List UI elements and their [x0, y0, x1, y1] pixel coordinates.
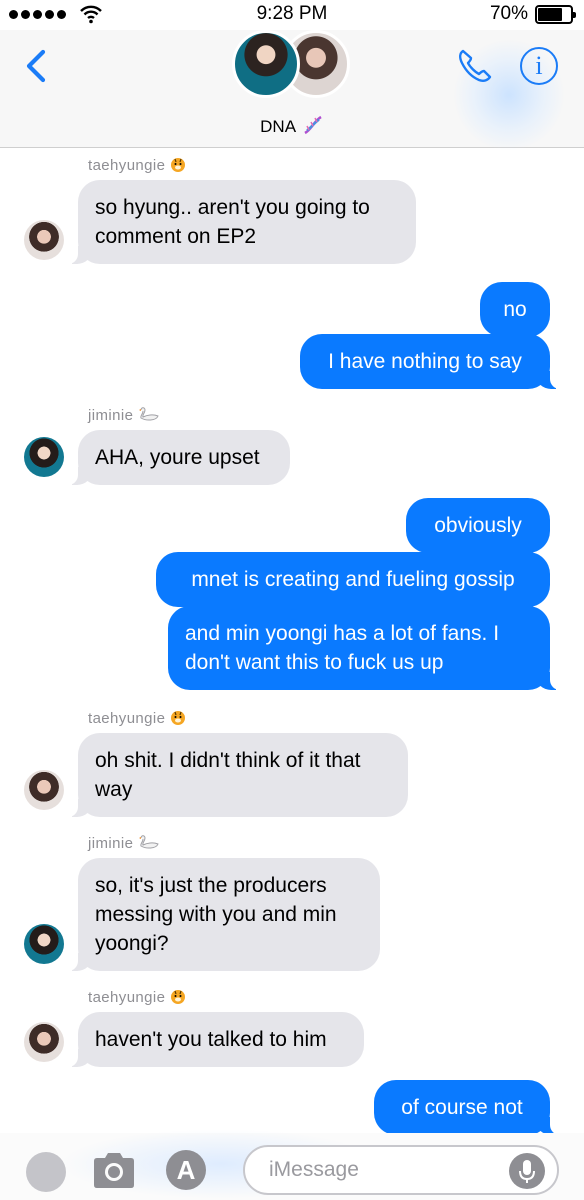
- message-bubble-incoming[interactable]: haven't you talked to him: [68, 1012, 364, 1067]
- group-name-label: DNA: [260, 117, 296, 136]
- imessage-placeholder: iMessage: [269, 1158, 359, 1181]
- message-bubble-outgoing[interactable]: I have nothing to say: [300, 334, 560, 389]
- message-line: way: [95, 778, 133, 801]
- message-bubble-incoming[interactable]: so, it's just the producers messing with…: [68, 858, 380, 971]
- message-line: of course not: [401, 1096, 523, 1119]
- dna-emoji-icon: [304, 115, 322, 135]
- tiger-face-emoji-icon: [171, 158, 186, 172]
- message-line: so, it's just the producers: [95, 874, 327, 897]
- sender-label: taehyungie: [88, 988, 186, 1006]
- status-bar: 9:28 PM 70%: [0, 0, 584, 30]
- camera-icon[interactable]: [90, 1147, 138, 1193]
- phone-icon[interactable]: [455, 46, 495, 86]
- message-line: so hyung.. aren't you going to: [95, 196, 370, 219]
- message-bubble-outgoing[interactable]: obviously: [406, 498, 550, 553]
- avatar-jimin[interactable]: [24, 437, 64, 477]
- message-line: obviously: [434, 514, 522, 537]
- tiger-face-emoji-icon: [171, 711, 186, 725]
- message-line: and min yoongi has a lot of fans. I: [185, 622, 500, 645]
- message-line: yoongi?: [95, 932, 169, 955]
- message-line: AHA, youre upset: [95, 446, 260, 469]
- avatar-taehyung[interactable]: [24, 770, 64, 810]
- back-chevron-icon[interactable]: [18, 46, 58, 86]
- group-name[interactable]: DNA: [0, 114, 584, 137]
- message-line: oh shit. I didn't think of it that: [95, 749, 361, 772]
- avatar-jimin[interactable]: [24, 924, 64, 964]
- sender-label: jiminie: [88, 406, 160, 424]
- message-bubble-outgoing[interactable]: and min yoongi has a lot of fans. I don'…: [168, 606, 560, 690]
- message-line: don't want this to fuck us up: [185, 651, 444, 674]
- microphone-icon[interactable]: [509, 1153, 545, 1189]
- battery-icon: [535, 5, 576, 24]
- message-bubble-incoming[interactable]: so hyung.. aren't you going to comment o…: [68, 180, 416, 264]
- app-store-icon[interactable]: A: [166, 1150, 206, 1190]
- swan-emoji-icon: [139, 407, 159, 421]
- tiger-face-emoji-icon: [171, 990, 186, 1004]
- avatar-taehyung[interactable]: [24, 1022, 64, 1062]
- message-bubble-incoming[interactable]: AHA, youre upset: [68, 430, 290, 485]
- message-line: mnet is creating and fueling gossip: [191, 568, 515, 591]
- dot-icon[interactable]: [26, 1152, 66, 1192]
- avatar-jimin: [232, 30, 300, 98]
- message-line: I have nothing to say: [328, 350, 522, 373]
- message-line: messing with you and min: [95, 903, 337, 926]
- message-bubble-incoming[interactable]: oh shit. I didn't think of it that way: [68, 733, 408, 817]
- imessage-input[interactable]: iMessage: [243, 1145, 559, 1195]
- message-bubble-outgoing[interactable]: of course not: [374, 1080, 560, 1135]
- message-line: no: [503, 298, 527, 321]
- message-bubble-outgoing[interactable]: no: [480, 282, 550, 337]
- message-bubble-outgoing[interactable]: mnet is creating and fueling gossip: [156, 552, 550, 607]
- message-line: haven't you talked to him: [95, 1028, 327, 1051]
- sender-label: jiminie: [88, 834, 160, 852]
- sender-label: taehyungie: [88, 709, 186, 727]
- sender-label: taehyungie: [88, 156, 186, 174]
- swan-emoji-icon: [139, 835, 159, 849]
- battery-percentage: 70%: [489, 3, 528, 24]
- conversation-header: DNA i: [0, 30, 584, 150]
- message-line: comment on EP2: [95, 225, 257, 248]
- group-avatars[interactable]: [232, 30, 352, 100]
- avatar-taehyung[interactable]: [24, 220, 64, 260]
- info-icon[interactable]: i: [520, 47, 558, 85]
- message-input-bar: A iMessage: [0, 1129, 584, 1200]
- message-thread: taehyungie so hyung.. aren't you going t…: [0, 148, 584, 1135]
